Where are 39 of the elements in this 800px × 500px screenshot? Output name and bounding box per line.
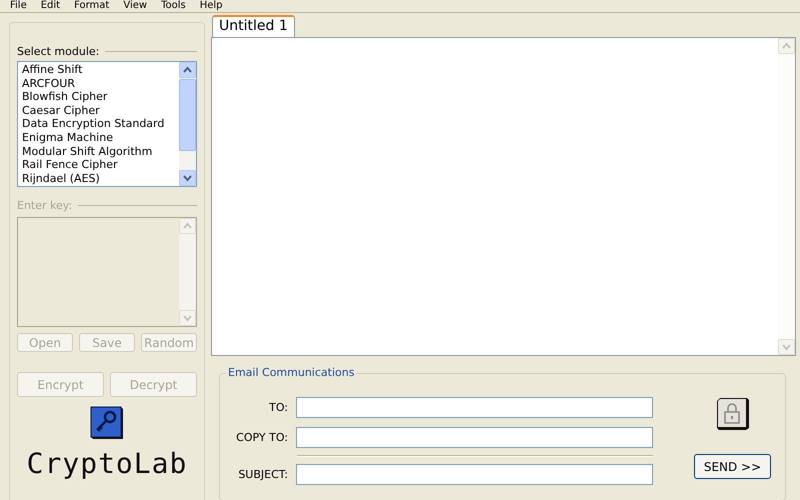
module-list[interactable]: Affine Shift ARCFOUR Blowfish Cipher Caesar Cipher Data Encryption Standard Enigma Machine Modular Shift Algorithm Rail Fence Cipher Rijndael (AES) [17,61,197,187]
chevron-up-icon [782,42,791,49]
input-field[interactable] [296,396,653,418]
menu-item[interactable]: Edit [40,0,60,12]
module-item[interactable]: Affine Shift [21,63,176,77]
group-title: Email Communications [226,366,356,379]
key-icon [89,405,125,441]
scroll-down-button[interactable] [179,170,196,186]
menu-item[interactable]: Tools [161,0,186,12]
module-item[interactable]: ARCFOUR [21,76,176,90]
module-item[interactable]: Rail Fence Cipher [21,158,176,172]
input-field[interactable] [296,426,653,448]
scroll-thumb[interactable] [179,79,196,151]
module-item[interactable]: Caesar Cipher [21,104,176,118]
module-item[interactable]: Modular Shift Algorithm [21,144,176,158]
menu-item[interactable]: Help [200,0,223,12]
chevron-down-icon [782,344,791,351]
input-field[interactable] [296,464,653,484]
document-tab[interactable]: Untitled 1 [212,15,295,37]
module-item[interactable]: Enigma Machine [21,130,176,145]
module-item[interactable]: Data Encryption Standard [21,117,176,131]
key-label: Enter key: [17,199,72,212]
field-label: COPY TO: [235,430,288,444]
menu-item[interactable]: View [123,0,148,12]
chevron-down-icon [183,315,192,322]
lock-icon [714,396,750,432]
field-label: TO: [268,400,288,414]
field-label: SUBJECT: [237,468,288,480]
menu-item[interactable]: Format [74,0,110,12]
send-button[interactable]: SEND >> [694,454,771,479]
scroll-up-button[interactable] [179,62,196,78]
chevron-up-icon [183,66,192,73]
module-label: Select module: [17,45,100,58]
module-item[interactable]: Rijndael (AES) [21,172,176,186]
module-item[interactable]: Blowfish Cipher [21,90,176,104]
menu-item[interactable]: File [10,0,27,12]
logo-text: CryptoLab [26,447,188,480]
chevron-up-icon [183,222,192,229]
chevron-down-icon [183,175,192,182]
